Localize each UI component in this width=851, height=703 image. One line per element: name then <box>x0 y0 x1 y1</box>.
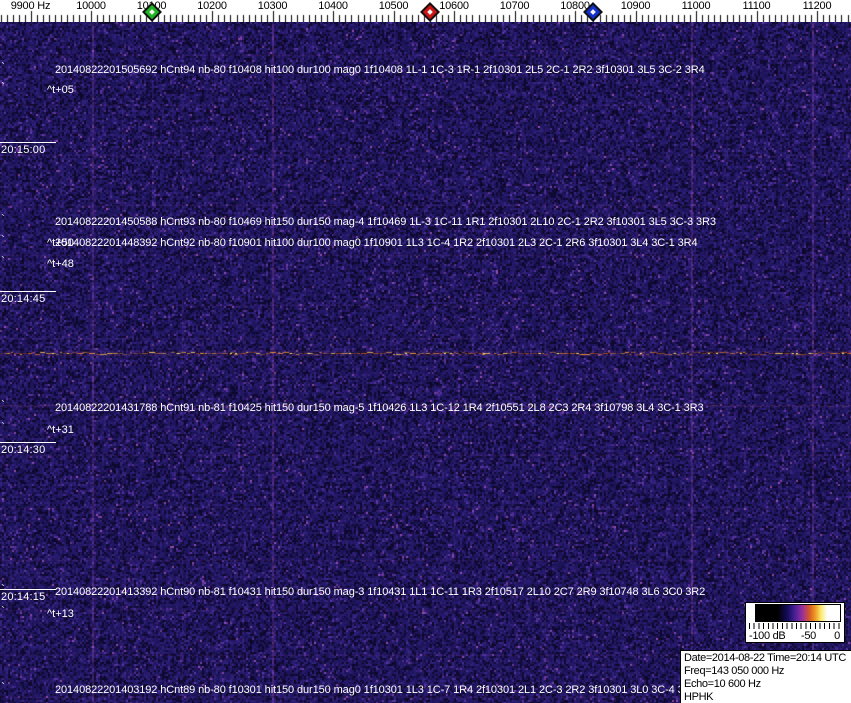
meteor-spectrogram-viewer: 20:15:00 20:14:45 20:14:30 20:14:15 20140822… <box>0 0 851 703</box>
freq-label-10000: 10000 <box>76 0 106 12</box>
detection-log-line: 20140822201431788 hCnt91 nb-81 f10425 hi… <box>55 402 704 414</box>
status-info-box: Date=2014-08-22 Time=20:14 UTC Freq=143 … <box>680 650 851 703</box>
time-tick-rule <box>0 291 56 292</box>
legend-label-max: 0 <box>834 630 840 642</box>
freq-label-11200: 11200 <box>802 0 832 12</box>
detection-time-offset: ^t+31 <box>47 424 74 436</box>
freq-label-10900: 10900 <box>620 0 651 12</box>
detection-log-line: 20140822201403192 hCnt89 nb-80 f10301 hi… <box>55 684 698 696</box>
freq-label-10300: 10300 <box>257 0 288 12</box>
info-date-time: Date=2014-08-22 Time=20:14 UTC <box>684 652 846 664</box>
left-edge-tick: ` <box>1 604 5 618</box>
detection-log-line: 20140822201450588 hCnt93 nb-80 f10469 hi… <box>55 216 716 228</box>
color-gradient-bar <box>755 604 841 622</box>
freq-label-9900: 9900 Hz <box>10 0 51 12</box>
time-label: 20:15:00 <box>1 144 46 156</box>
left-edge-tick: ` <box>1 582 5 596</box>
time-tick-rule <box>0 442 56 443</box>
freq-label-10500: 10500 <box>378 0 409 12</box>
freq-label-11000: 11000 <box>681 0 711 12</box>
left-edge-tick: ` <box>1 420 5 434</box>
info-station-code: HPHK <box>684 691 714 703</box>
legend-label-min: -100 dB <box>749 630 786 642</box>
legend-tick-marks <box>749 623 842 629</box>
time-tick-rule <box>0 589 56 590</box>
time-label: 20:14:30 <box>1 444 46 456</box>
left-edge-tick: ` <box>1 60 5 74</box>
left-edge-tick: ` <box>1 254 5 268</box>
green-marker-core <box>148 9 155 15</box>
info-echo-frequency: Echo=10 600 Hz <box>684 678 761 690</box>
detection-time-offset: ^t+48 <box>47 258 74 270</box>
blue-marker-core <box>590 9 596 15</box>
frequency-axis: 9900 Hz100001010010200103001040010500106… <box>0 0 851 22</box>
detection-log-line: 20140822201448392 hCnt92 nb-80 f10901 hi… <box>55 237 698 249</box>
left-edge-tick: ` <box>1 80 5 94</box>
detection-log-line: 20140822201505692 hCnt94 nb-80 f10408 hi… <box>55 64 705 76</box>
detection-log-line: 20140822201413392 hCnt90 nb-81 f10431 hi… <box>55 586 706 598</box>
overlay-layer: 20:15:00 20:14:45 20:14:30 20:14:15 20140822… <box>0 0 851 703</box>
legend-labels: -100 dB -50 0 <box>746 630 844 643</box>
left-edge-tick: ` <box>1 233 5 247</box>
freq-label-10400: 10400 <box>318 0 348 12</box>
left-edge-tick: ` <box>1 680 5 694</box>
left-edge-tick: ` <box>1 398 5 412</box>
db-scale-legend: -100 dB -50 0 <box>745 602 845 643</box>
time-tick-rule <box>0 142 56 143</box>
time-label: 20:14:15 <box>1 591 46 603</box>
freq-label-10200: 10200 <box>197 0 227 12</box>
detection-time-offset: ^t+13 <box>47 608 74 620</box>
freq-label-10700: 10700 <box>499 0 530 12</box>
info-frequency: Freq=143 050 000 Hz <box>684 665 785 677</box>
red-marker-core <box>426 9 433 15</box>
freq-label-11100: 11100 <box>742 0 771 12</box>
time-label: 20:14:45 <box>1 293 46 305</box>
detection-time-offset: ^t+05 <box>47 84 74 96</box>
left-edge-tick: ` <box>1 212 5 226</box>
legend-label-mid: -50 <box>801 630 816 642</box>
freq-label-10600: 10600 <box>439 0 469 12</box>
